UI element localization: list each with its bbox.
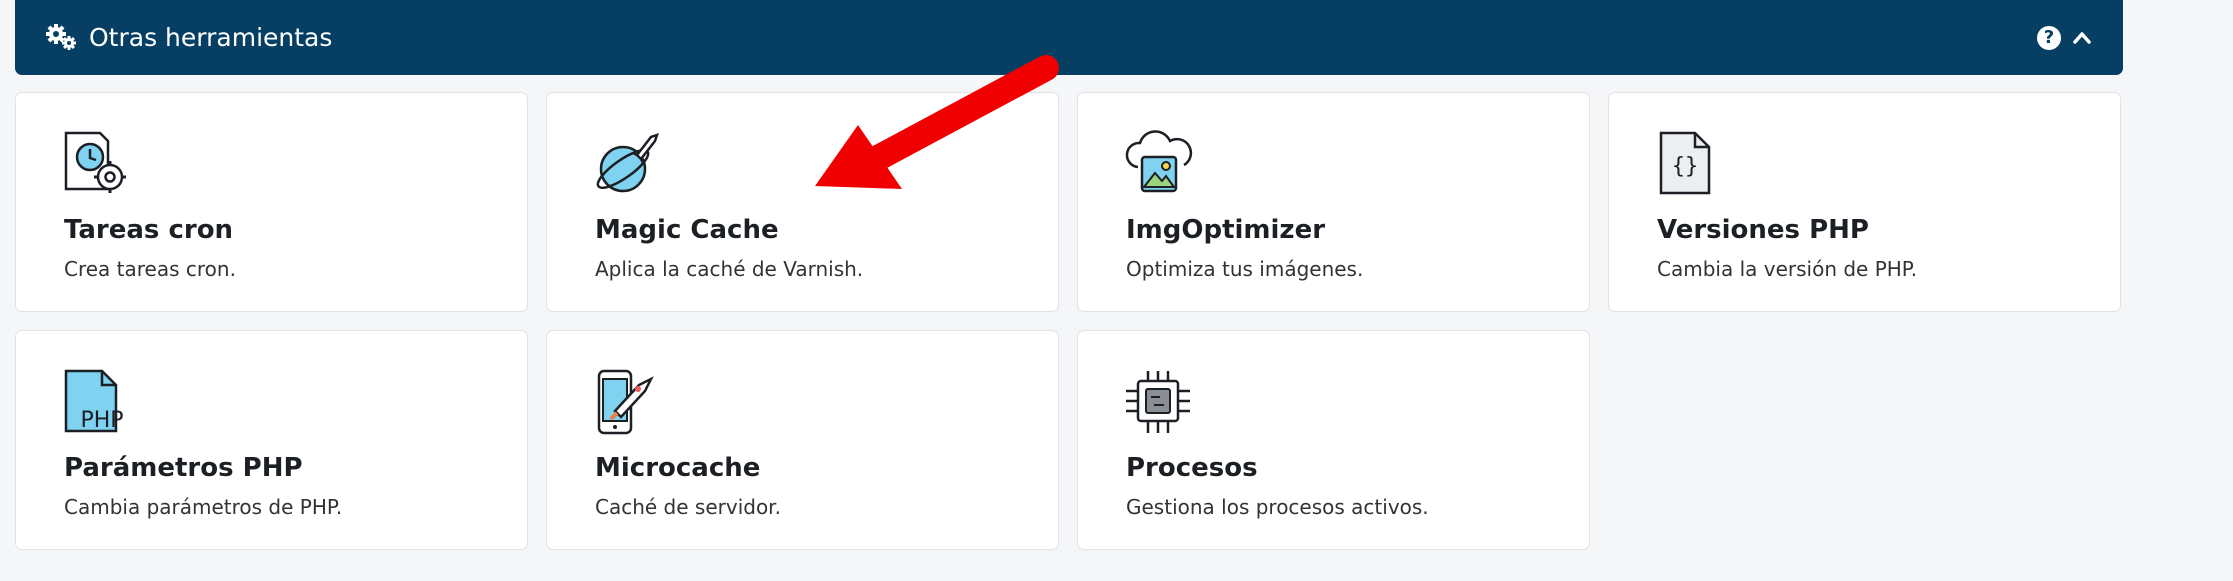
card-description: Cambia parámetros de PHP. <box>64 495 343 519</box>
cpu-chip-icon <box>1124 367 1194 437</box>
phone-rocket-icon <box>593 367 663 437</box>
chevron-up-icon[interactable] <box>2071 27 2093 49</box>
card-title: Tareas cron <box>64 215 234 245</box>
rocket-planet-icon <box>593 129 663 199</box>
card-parametros-php[interactable]: PHP Parámetros PHP Cambia parámetros de … <box>15 330 528 550</box>
card-title: ImgOptimizer <box>1126 215 1326 245</box>
card-tareas-cron[interactable]: Tareas cron Crea tareas cron. <box>15 92 528 312</box>
card-magic-cache[interactable]: Magic Cache Aplica la caché de Varnish. <box>546 92 1059 312</box>
card-microcache[interactable]: Microcache Caché de servidor. <box>546 330 1059 550</box>
calendar-clock-gear-icon <box>62 129 132 199</box>
card-title: Procesos <box>1126 453 1258 483</box>
card-description: Cambia la versión de PHP. <box>1657 257 1918 281</box>
card-description: Optimiza tus imágenes. <box>1126 257 1364 281</box>
panel-title: Otras herramientas <box>89 23 333 52</box>
card-title: Versiones PHP <box>1657 215 1869 245</box>
card-title: Microcache <box>595 453 761 483</box>
help-icon[interactable]: ? <box>2037 25 2061 50</box>
card-versiones-php[interactable]: {} Versiones PHP Cambia la versión de PH… <box>1608 92 2121 312</box>
cloud-image-icon <box>1124 129 1194 199</box>
card-title: Magic Cache <box>595 215 779 245</box>
card-imgoptimizer[interactable]: ImgOptimizer Optimiza tus imágenes. <box>1077 92 1590 312</box>
gears-icon <box>45 23 79 53</box>
card-description: Gestiona los procesos activos. <box>1126 495 1429 519</box>
card-description: Aplica la caché de Varnish. <box>595 257 864 281</box>
card-procesos[interactable]: Procesos Gestiona los procesos activos. <box>1077 330 1590 550</box>
php-file-icon: PHP <box>62 367 132 437</box>
card-description: Caché de servidor. <box>595 495 781 519</box>
code-file-icon: {} <box>1655 129 1725 199</box>
svg-text:{}: {} <box>1672 154 1699 179</box>
card-description: Crea tareas cron. <box>64 257 236 281</box>
card-title: Parámetros PHP <box>64 453 303 483</box>
php-label: PHP <box>80 408 123 433</box>
panel-header[interactable]: Otras herramientas ? <box>15 0 2123 75</box>
